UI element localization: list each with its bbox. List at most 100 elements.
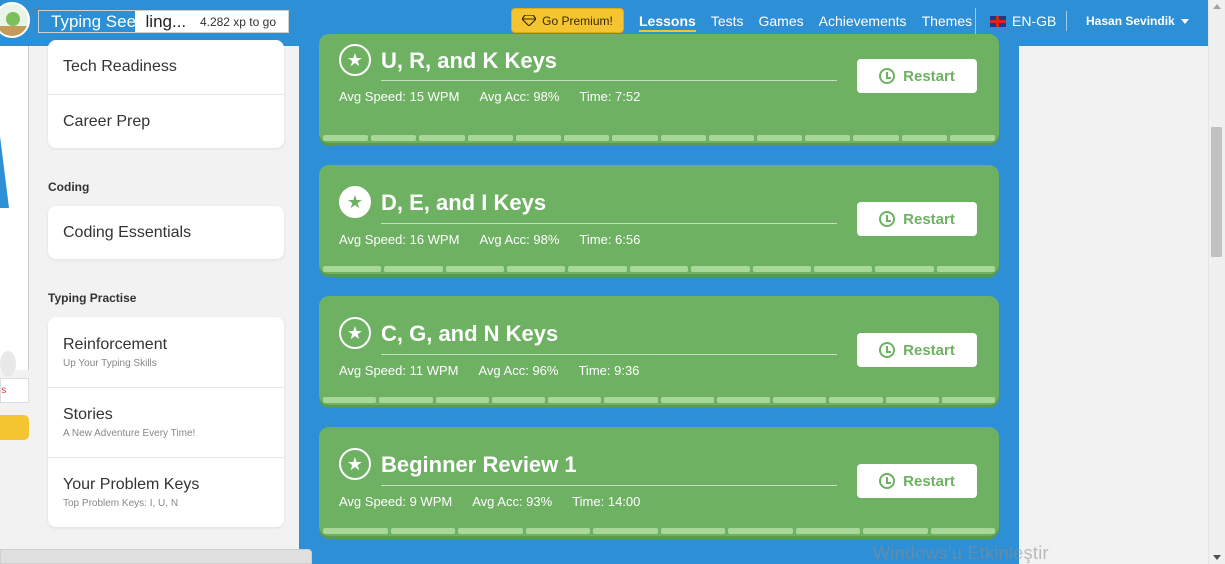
- sidebar-item-tech-readiness[interactable]: Tech Readiness: [48, 40, 284, 94]
- star-icon: ★: [339, 186, 371, 218]
- lesson-card[interactable]: ★ U, R, and K Keys Avg Speed: 15 WPM Avg…: [319, 34, 999, 143]
- lesson-title: D, E, and I Keys: [381, 190, 547, 215]
- left-panel-button[interactable]: [0, 415, 29, 440]
- main-nav: Lessons Tests Games Achievements Themes: [639, 13, 972, 32]
- nav-lessons[interactable]: Lessons: [639, 13, 696, 32]
- lesson-progress-segments: [319, 527, 999, 536]
- go-premium-button[interactable]: Go Premium!: [511, 8, 624, 33]
- restart-icon: [879, 342, 896, 358]
- progress-segment: [323, 266, 382, 272]
- lesson-title: C, G, and N Keys: [381, 321, 559, 346]
- progress-segment: [936, 266, 995, 272]
- windows-activation-watermark: Windows'u Etkinleştir: [873, 543, 1049, 563]
- sidebar-item-label: Your Problem Keys: [63, 476, 200, 493]
- scrollbar-thumb[interactable]: [1211, 127, 1222, 257]
- progress-segment: [660, 397, 714, 403]
- progress-segment: [445, 266, 505, 272]
- left-panel: [0, 46, 29, 377]
- lesson-avg-speed: Avg Speed: 16 WPM: [339, 232, 460, 247]
- sidebar-item-problem-keys[interactable]: Your Problem Keys Top Problem Keys: I, U…: [48, 457, 284, 527]
- restart-icon: [879, 68, 896, 84]
- progress-segment: [629, 266, 689, 272]
- progress-segment: [660, 528, 725, 534]
- progress-segment: [612, 135, 658, 141]
- sidebar-item-label: Tech Readiness: [63, 58, 177, 75]
- progress-segment: [949, 135, 996, 141]
- lesson-stats: Avg Speed: 16 WPM Avg Acc: 98% Time: 6:5…: [339, 232, 640, 247]
- lesson-sidebar: Tech Readiness Career Prep Coding Coding…: [48, 40, 284, 527]
- progress-segment: [813, 266, 873, 272]
- progress-segment: [384, 266, 443, 272]
- left-panel-cloud: [0, 351, 16, 377]
- progress-segment: [875, 266, 934, 272]
- uk-flag-icon: [990, 15, 1006, 27]
- lesson-divider: [381, 80, 837, 81]
- language-selector[interactable]: EN-GB: [990, 13, 1056, 29]
- lesson-avg-acc: Avg Acc: 96%: [478, 363, 559, 378]
- left-panel-link[interactable]: ls: [0, 378, 29, 403]
- section-title-coding: Coding: [48, 180, 90, 194]
- sidebar-item-stories[interactable]: Stories A New Adventure Every Time!: [48, 387, 284, 457]
- sidebar-item-career-prep[interactable]: Career Prep: [48, 94, 284, 148]
- lesson-divider: [381, 223, 837, 224]
- lesson-card[interactable]: ★ C, G, and N Keys Avg Speed: 11 WPM Avg…: [319, 296, 999, 405]
- level-avatar[interactable]: [0, 2, 30, 38]
- restart-label: Restart: [903, 472, 955, 490]
- language-label: EN-GB: [1012, 13, 1057, 29]
- lesson-divider: [381, 354, 837, 355]
- user-menu[interactable]: Hasan Sevindik: [1086, 14, 1189, 28]
- chevron-down-icon: [1180, 18, 1189, 24]
- progress-segment: [901, 135, 947, 141]
- restart-button[interactable]: Restart: [857, 333, 977, 367]
- progress-segment: [691, 266, 750, 272]
- restart-icon: [879, 473, 896, 489]
- scroll-down-arrow-icon[interactable]: [1213, 555, 1221, 560]
- level-progress-box[interactable]: Typing Seedling... 4.282 xp to go: [38, 10, 289, 33]
- lesson-card[interactable]: ★ Beginner Review 1 Avg Speed: 9 WPM Avg…: [319, 427, 999, 536]
- course-card: Tech Readiness Career Prep: [48, 40, 284, 148]
- lesson-avg-speed: Avg Speed: 9 WPM: [339, 494, 453, 509]
- sidebar-item-coding-essentials[interactable]: Coding Essentials: [48, 206, 284, 259]
- sidebar-item-reinforcement[interactable]: Reinforcement Up Your Typing Skills: [48, 317, 284, 387]
- page-scrollbar[interactable]: [1208, 0, 1225, 564]
- practise-card: Reinforcement Up Your Typing Skills Stor…: [48, 317, 284, 527]
- lesson-progress-segments: [319, 265, 999, 274]
- nav-games[interactable]: Games: [759, 13, 804, 32]
- user-name: Hasan Sevindik: [1086, 14, 1175, 28]
- restart-button[interactable]: Restart: [857, 202, 977, 236]
- lesson-card[interactable]: ★ D, E, and I Keys Avg Speed: 16 WPM Avg…: [319, 165, 999, 274]
- coding-card: Coding Essentials: [48, 206, 284, 259]
- scroll-up-arrow-icon[interactable]: [1213, 4, 1221, 9]
- section-title-typing-practise: Typing Practise: [48, 291, 137, 305]
- level-name-lit: Typing Seed: [51, 12, 146, 31]
- progress-segment: [564, 135, 610, 141]
- restart-button[interactable]: Restart: [857, 464, 977, 498]
- sidebar-item-subtitle: Up Your Typing Skills: [63, 357, 157, 369]
- lesson-progress-segments: [319, 134, 999, 143]
- progress-segment: [568, 266, 627, 272]
- lesson-stats: Avg Speed: 15 WPM Avg Acc: 98% Time: 7:5…: [339, 89, 640, 104]
- diamond-icon: [522, 15, 537, 26]
- progress-segment: [660, 135, 706, 141]
- progress-segment: [458, 528, 523, 534]
- lesson-time: Time: 9:36: [578, 363, 640, 378]
- bottom-panel-edge: [0, 549, 312, 564]
- lesson-time: Time: 14:00: [572, 494, 641, 509]
- nav-achievements[interactable]: Achievements: [819, 13, 907, 32]
- lesson-avg-speed: Avg Speed: 11 WPM: [339, 363, 459, 378]
- level-name: Typing Seedling...: [51, 12, 186, 32]
- progress-segment: [525, 528, 590, 534]
- sidebar-item-subtitle: A New Adventure Every Time!: [63, 428, 196, 439]
- restart-icon: [879, 211, 896, 227]
- nav-themes[interactable]: Themes: [922, 13, 973, 32]
- lesson-avg-acc: Avg Acc: 98%: [479, 232, 560, 247]
- restart-button[interactable]: Restart: [857, 59, 977, 93]
- lessons-panel: ★ U, R, and K Keys Avg Speed: 15 WPM Avg…: [299, 34, 1019, 564]
- left-panel-graphic: [0, 136, 9, 208]
- star-icon: ★: [339, 448, 371, 480]
- xp-to-go: 4.282 xp to go: [199, 15, 276, 29]
- progress-segment: [548, 397, 602, 403]
- progress-segment: [773, 397, 827, 403]
- nav-tests[interactable]: Tests: [711, 13, 744, 32]
- nav-divider: [1066, 11, 1067, 31]
